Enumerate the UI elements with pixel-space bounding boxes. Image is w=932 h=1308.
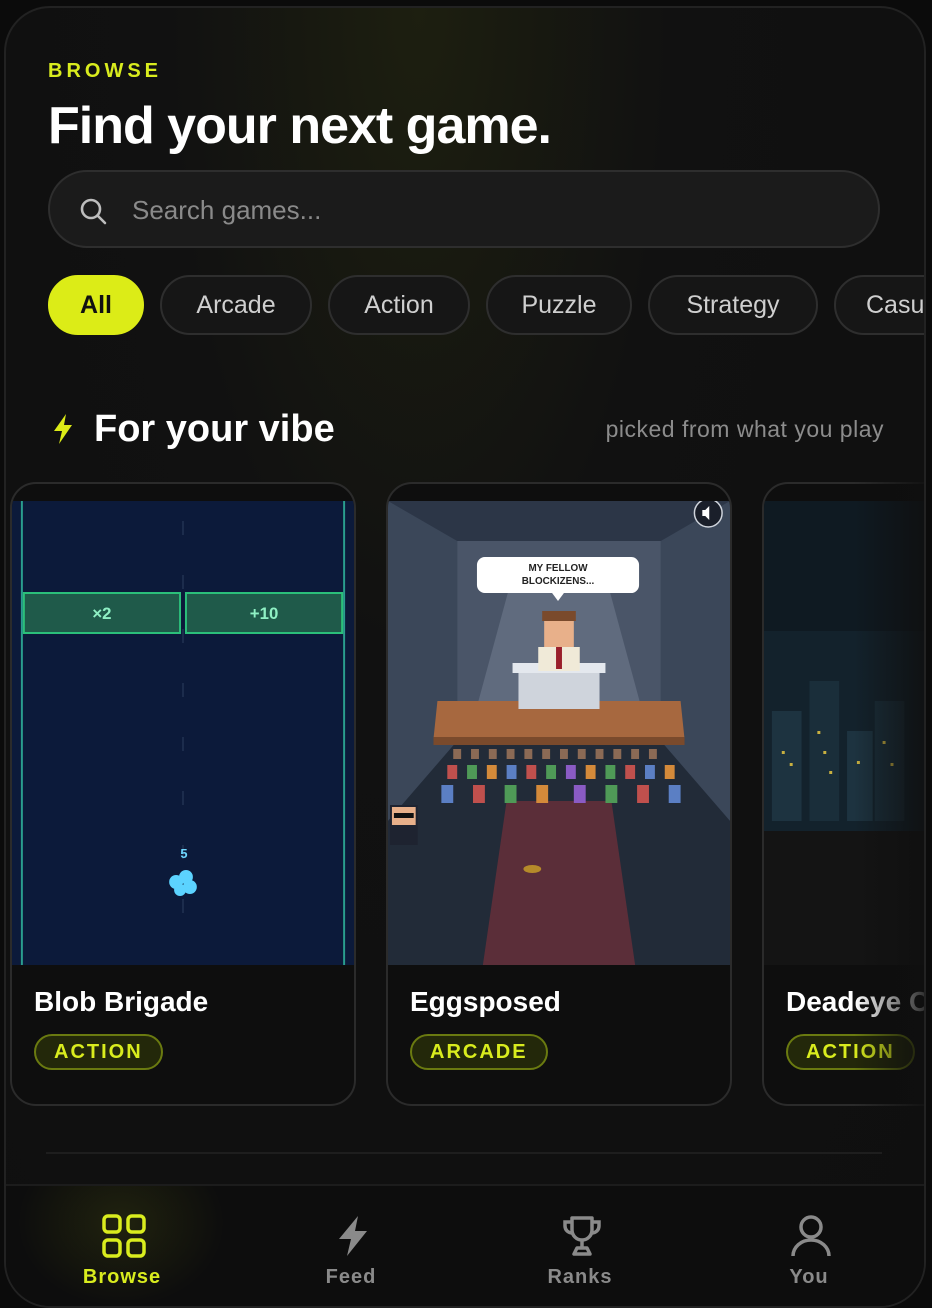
speech-line-2: BLOCKIZENS... xyxy=(522,576,595,587)
tab-label: Feed xyxy=(325,1266,377,1288)
speech-line-1: MY FELLOW xyxy=(528,563,588,574)
filter-chip-arcade[interactable]: Arcade xyxy=(160,275,312,335)
blob-count-label: 5 xyxy=(180,846,187,861)
trophy-icon xyxy=(563,1216,601,1256)
game-preview-eggsposed: MY FELLOW BLOCKIZENS... xyxy=(388,501,730,965)
tab-label: Ranks xyxy=(547,1266,613,1288)
section-title: For your vibe xyxy=(94,408,335,450)
section-subtitle: picked from what you play xyxy=(605,416,884,442)
tab-label: Browse xyxy=(82,1266,162,1288)
filter-chip-casual[interactable]: Casu xyxy=(834,275,924,335)
divider xyxy=(46,1152,882,1154)
tab-you[interactable]: You xyxy=(709,1186,909,1306)
genre-badge: ARCADE xyxy=(410,1034,548,1070)
tab-label: You xyxy=(789,1266,829,1288)
search-bar[interactable] xyxy=(48,170,880,248)
bottom-tab-bar: Browse Feed Ranks You xyxy=(6,1184,924,1306)
filter-chip-puzzle[interactable]: Puzzle xyxy=(486,275,632,335)
game-card-eggsposed[interactable]: MY FELLOW BLOCKIZENS... Eggsposed ARCADE xyxy=(386,482,732,1106)
page-eyebrow: BROWSE xyxy=(48,60,162,82)
carousel-fade xyxy=(854,482,924,1106)
bolt-icon xyxy=(54,414,72,444)
bolt-icon xyxy=(339,1216,367,1256)
game-title: Eggsposed xyxy=(410,986,561,1017)
filter-chip-strategy[interactable]: Strategy xyxy=(648,275,818,335)
section-header: For your vibe picked from what you play xyxy=(48,408,884,458)
search-icon xyxy=(80,198,107,225)
tab-ranks[interactable]: Ranks xyxy=(480,1186,680,1306)
tab-browse[interactable]: Browse xyxy=(22,1186,222,1306)
search-input[interactable] xyxy=(130,186,834,234)
genre-badge: ACTION xyxy=(34,1034,163,1070)
grid-icon xyxy=(102,1214,146,1258)
game-title: Blob Brigade xyxy=(34,986,209,1017)
game-preview-blob-brigade: ×2 +10 5 xyxy=(12,501,354,965)
filter-chips: All Arcade Action Puzzle Strategy Casu xyxy=(48,275,924,337)
gate-right-label: +10 xyxy=(250,604,278,623)
page-title: Find your next game. xyxy=(48,97,552,155)
filter-chip-all[interactable]: All xyxy=(48,275,144,335)
tab-feed[interactable]: Feed xyxy=(251,1186,451,1306)
game-card-blob-brigade[interactable]: ×2 +10 5 Blob Brigade ACTION xyxy=(10,482,356,1106)
gate-left-label: ×2 xyxy=(92,604,111,623)
user-icon xyxy=(791,1215,831,1257)
app-screen: BROWSE Find your next game. All Arcade A… xyxy=(4,6,926,1308)
filter-chip-action[interactable]: Action xyxy=(328,275,470,335)
